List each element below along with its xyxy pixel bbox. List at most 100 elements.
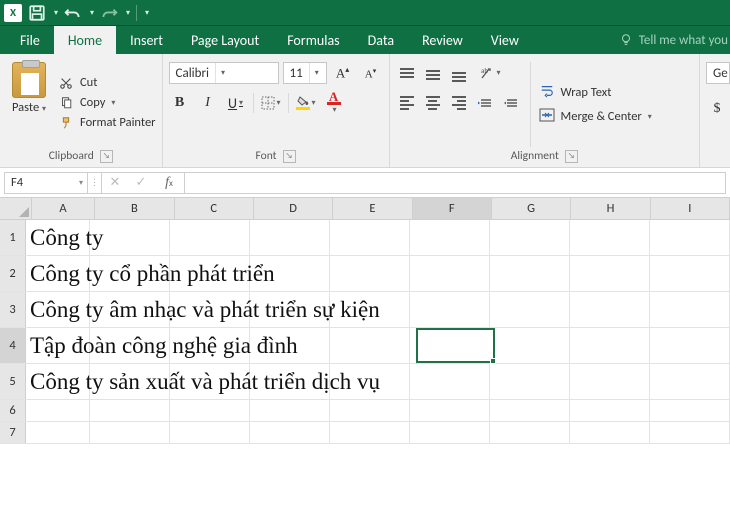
chevron-down-icon[interactable]: ▾	[111, 98, 115, 108]
name-box-expand[interactable]: ⋮	[88, 172, 102, 194]
chevron-down-icon[interactable]: ▾	[215, 63, 225, 83]
tab-review[interactable]: Review	[408, 26, 477, 54]
chevron-down-icon[interactable]: ▾	[333, 105, 337, 115]
chevron-down-icon[interactable]: ▾	[239, 98, 243, 108]
group-alignment-label: Alignment	[511, 149, 559, 163]
align-right-button[interactable]	[448, 92, 470, 114]
row-header[interactable]: 5	[0, 364, 26, 399]
save-button[interactable]	[28, 4, 46, 22]
format-painter-label: Format Painter	[80, 115, 156, 130]
group-clipboard: Paste ▾ Cut Copy ▾ Format Painter Clipbo…	[0, 54, 163, 167]
cancel-formula-button[interactable]: ✕	[102, 175, 128, 190]
italic-button[interactable]: I	[197, 92, 219, 114]
qat-chevron-save[interactable]: ▾	[54, 8, 58, 18]
column-header-I[interactable]: I	[651, 198, 730, 219]
tab-formulas[interactable]: Formulas	[273, 26, 353, 54]
qat-chevron-undo[interactable]: ▾	[90, 8, 94, 18]
cell-text: Công ty sản xuất và phát triển dịch vụ	[30, 364, 380, 399]
align-middle-button[interactable]	[422, 62, 444, 84]
font-color-button[interactable]: A▾	[323, 92, 345, 114]
row-cells[interactable]: Công ty cổ phần phát triển	[26, 256, 730, 291]
row: 3Công ty âm nhạc và phát triển sự kiện	[0, 292, 730, 328]
tab-home[interactable]: Home	[54, 26, 116, 54]
scissors-icon	[58, 75, 74, 91]
row-header[interactable]: 2	[0, 256, 26, 291]
redo-button[interactable]	[100, 4, 118, 22]
row-header[interactable]: 1	[0, 220, 26, 255]
chevron-down-icon[interactable]: ▾	[312, 98, 316, 108]
number-format-combo[interactable]: Ge	[706, 62, 730, 84]
alignment-launcher[interactable]: ↘	[565, 150, 578, 163]
underline-button[interactable]: U ▾	[225, 92, 247, 114]
column-header-A[interactable]: A	[32, 198, 95, 219]
name-box[interactable]: F4▾	[4, 172, 88, 194]
font-launcher[interactable]: ↘	[283, 150, 296, 163]
column-header-C[interactable]: C	[175, 198, 254, 219]
row-header[interactable]: 6	[0, 400, 26, 421]
align-bottom-button[interactable]	[448, 62, 470, 84]
enter-formula-button[interactable]: ✓	[128, 175, 154, 190]
row-cells[interactable]: Tập đoàn công nghệ gia đình	[26, 328, 730, 363]
formula-input[interactable]	[185, 172, 726, 194]
column-header-E[interactable]: E	[333, 198, 412, 219]
qat-customize[interactable]: ▾	[145, 8, 149, 18]
font-name-value: Calibri	[176, 66, 209, 81]
increase-font-button[interactable]: A▴	[331, 62, 355, 84]
format-painter-button[interactable]: Format Painter	[58, 115, 156, 131]
select-all-button[interactable]	[0, 198, 32, 219]
currency-button[interactable]: $	[706, 98, 728, 120]
chevron-down-icon[interactable]: ▾	[277, 98, 281, 108]
align-top-button[interactable]	[396, 62, 418, 84]
row-cells[interactable]: Công ty sản xuất và phát triển dịch vụ	[26, 364, 730, 399]
paste-button[interactable]: Paste ▾	[6, 58, 52, 147]
font-size-combo[interactable]: 11▾	[283, 62, 327, 84]
bold-button[interactable]: B	[169, 92, 191, 114]
tell-me-search[interactable]: Tell me what you	[619, 26, 730, 54]
cell-text: Tập đoàn công nghệ gia đình	[30, 328, 298, 363]
row-header[interactable]: 7	[0, 422, 26, 443]
cut-button[interactable]: Cut	[58, 75, 156, 91]
clipboard-launcher[interactable]: ↘	[100, 150, 113, 163]
column-header-D[interactable]: D	[254, 198, 333, 219]
row-header[interactable]: 4	[0, 328, 26, 363]
font-name-combo[interactable]: Calibri ▾	[169, 62, 279, 84]
column-header-B[interactable]: B	[95, 198, 174, 219]
row-cells[interactable]: Công ty âm nhạc và phát triển sự kiện	[26, 292, 730, 327]
row-cells[interactable]	[26, 400, 730, 421]
chevron-down-icon[interactable]: ▾	[42, 104, 46, 114]
decrease-indent-button[interactable]	[474, 92, 496, 114]
merge-center-button[interactable]: Merge & Center ▾	[539, 108, 652, 126]
borders-button[interactable]: ▾	[260, 92, 282, 114]
chevron-down-icon[interactable]: ▾	[79, 178, 83, 188]
row-header[interactable]: 3	[0, 292, 26, 327]
orientation-button[interactable]: ab▾	[474, 62, 506, 84]
copy-icon	[58, 95, 74, 111]
increase-indent-button[interactable]	[500, 92, 522, 114]
undo-button[interactable]	[64, 4, 82, 22]
insert-function-button[interactable]: fx	[154, 175, 184, 191]
wrap-text-button[interactable]: Wrap Text	[539, 84, 652, 102]
column-header-F[interactable]: F	[413, 198, 492, 219]
decrease-font-button[interactable]: A▾	[359, 62, 383, 84]
tab-view[interactable]: View	[477, 26, 533, 54]
qat-chevron-redo[interactable]: ▾	[126, 8, 130, 18]
row-cells[interactable]: Công ty	[26, 220, 730, 255]
tab-page-layout[interactable]: Page Layout	[177, 26, 273, 54]
tab-data[interactable]: Data	[354, 26, 408, 54]
chevron-down-icon[interactable]: ▾	[648, 112, 652, 122]
align-center-button[interactable]	[422, 92, 444, 114]
tab-file[interactable]: File	[6, 26, 54, 54]
active-cell[interactable]	[416, 328, 495, 363]
fill-handle[interactable]	[490, 358, 496, 364]
cut-label: Cut	[80, 75, 97, 90]
align-left-button[interactable]	[396, 92, 418, 114]
column-header-H[interactable]: H	[571, 198, 650, 219]
row-cells[interactable]	[26, 422, 730, 443]
chevron-down-icon[interactable]: ▾	[309, 63, 319, 83]
copy-button[interactable]: Copy ▾	[58, 95, 156, 111]
tab-insert[interactable]: Insert	[116, 26, 177, 54]
row: 5Công ty sản xuất và phát triển dịch vụ	[0, 364, 730, 400]
row: 4Tập đoàn công nghệ gia đình	[0, 328, 730, 364]
column-header-G[interactable]: G	[492, 198, 571, 219]
fill-color-button[interactable]: ▾	[295, 92, 317, 114]
